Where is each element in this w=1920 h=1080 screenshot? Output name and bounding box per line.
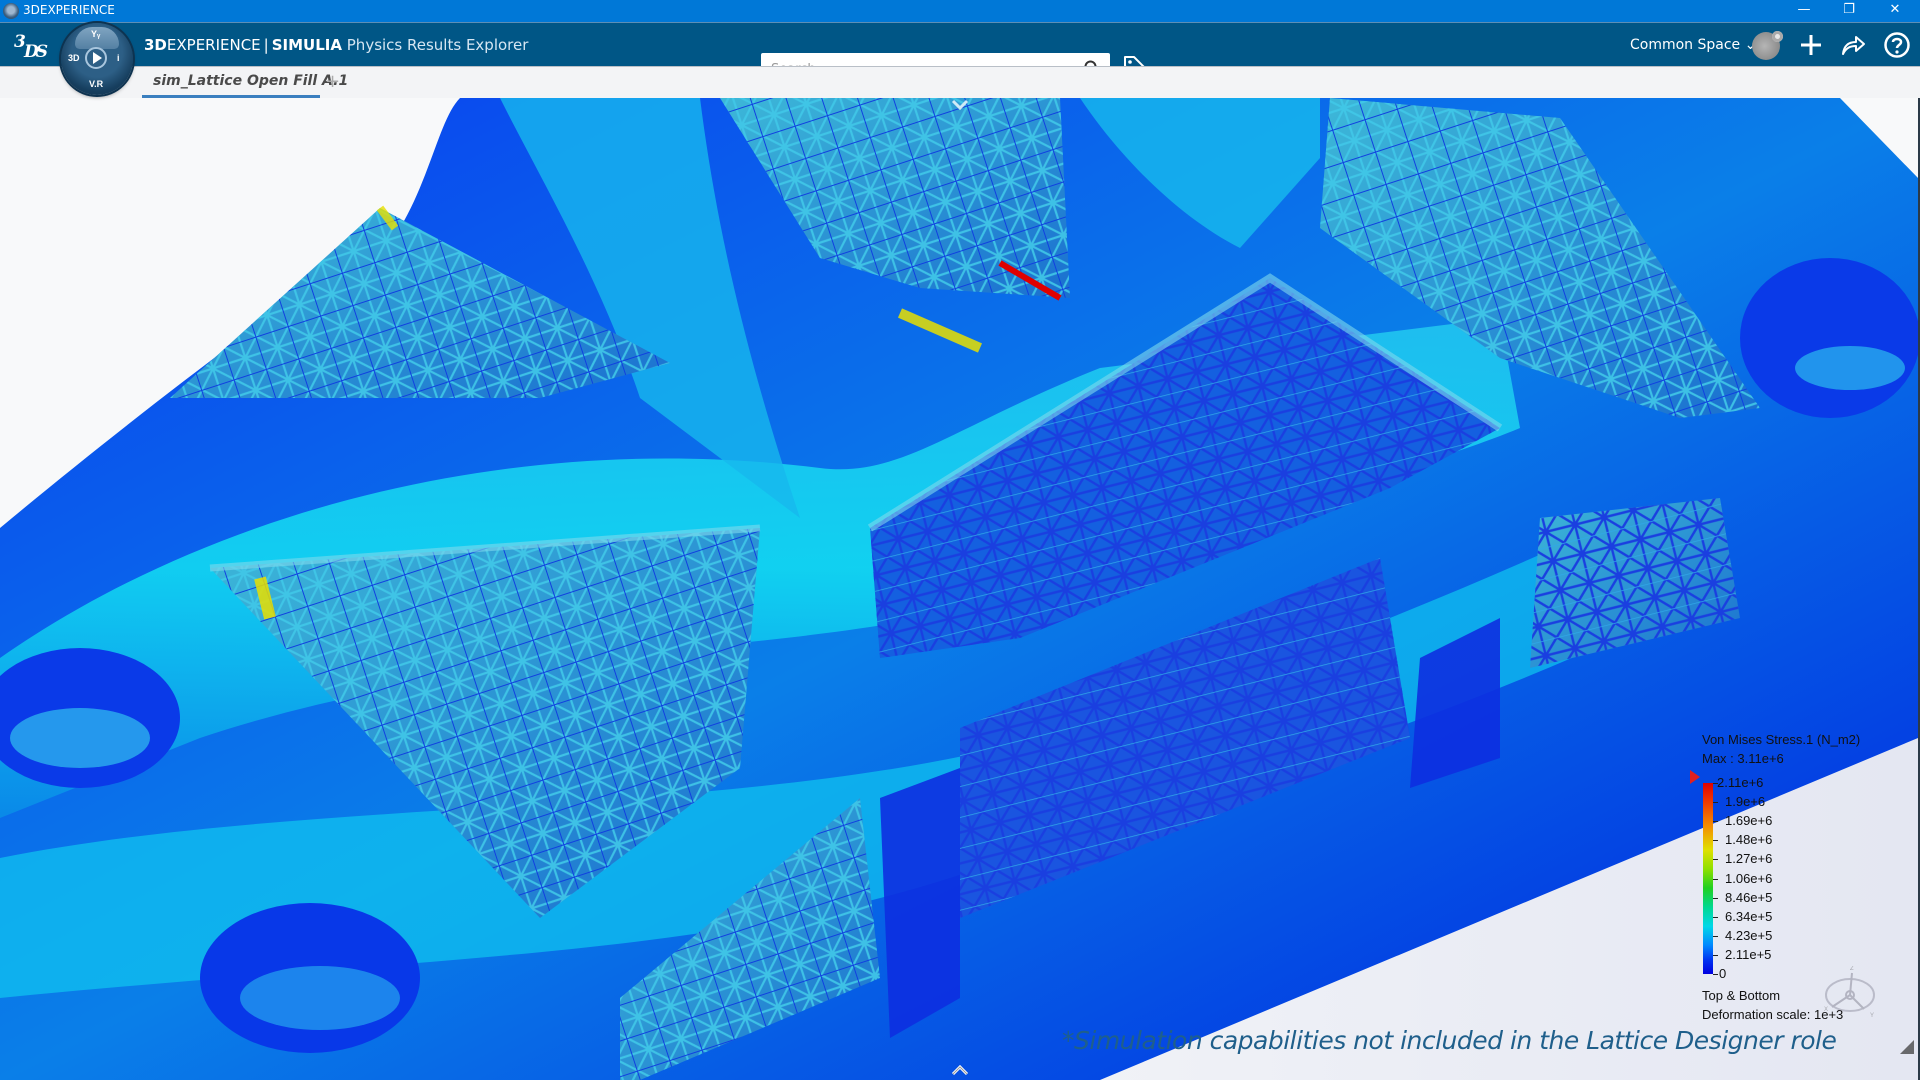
- legend-tick: [1713, 897, 1718, 899]
- resize-corner[interactable]: [1900, 1040, 1914, 1054]
- legend-title: Von Mises Stress.1 (N_m2): [1702, 732, 1861, 747]
- triad-y-label: Y: [1870, 1013, 1874, 1019]
- brand-experience: EXPERIENCE: [166, 36, 261, 54]
- legend-tick-label: 2.11e+5: [1725, 946, 1772, 962]
- compass-widget[interactable]: Yᵧ 3D i V.R: [61, 23, 133, 95]
- legend-tick-label: 1.9e+6: [1725, 794, 1766, 810]
- tab-sim-lattice[interactable]: sim_Lattice Open Fill A.1: [142, 67, 348, 98]
- legend-tick: [1713, 802, 1718, 804]
- ds-logo[interactable]: 3 DS: [14, 31, 51, 68]
- brand-3d: 3D: [144, 36, 167, 54]
- legend-tick-label: 4.23e+5: [1725, 927, 1773, 943]
- add-icon[interactable]: [1796, 30, 1826, 60]
- legend-tick: [1713, 859, 1718, 861]
- legend-tick-label: 1.69e+6: [1725, 813, 1773, 829]
- disclaimer-note: *Simulation capabilities not included in…: [1062, 1026, 1837, 1055]
- avatar-status-dot: [1772, 31, 1783, 42]
- app-brand: 3DEXPERIENCE | SIMULIA Physics Results Exp…: [144, 36, 528, 54]
- legend-tick-label: 1.48e+6: [1725, 832, 1773, 848]
- app-icon: [3, 3, 19, 19]
- rib: [880, 768, 960, 1038]
- legend-tick-label: 8.46e+5: [1725, 889, 1773, 905]
- tab-bar: sim_Lattice Open Fill A.1 +: [0, 66, 1920, 161]
- axis-triad[interactable]: Z X Y: [1820, 963, 1880, 1023]
- window-titlebar: 3DEXPERIENCE — ❐ ✕: [0, 0, 1920, 22]
- legend-tick: [1713, 916, 1718, 918]
- legend-display-mode: Top & Bottom: [1702, 988, 1781, 1003]
- top-bar: 3 DS 3DEXPERIENCE | SIMULIA Physics Result…: [0, 22, 1920, 86]
- stress-model[interactable]: [0, 98, 1918, 1080]
- help-icon[interactable]: [1882, 30, 1912, 60]
- legend-tick-label: 6.34e+5: [1725, 908, 1773, 924]
- legend-tick-label: 1.27e+6: [1725, 851, 1773, 867]
- compass-vr-label[interactable]: V.R: [89, 79, 103, 89]
- legend-tick-label: 0: [1719, 966, 1727, 981]
- restore-button[interactable]: ❐: [1826, 0, 1872, 22]
- minimize-button[interactable]: —: [1781, 0, 1827, 22]
- chevron-up-icon[interactable]: [951, 1064, 969, 1076]
- legend-tick: [1713, 821, 1718, 823]
- legend-max-marker[interactable]: [1690, 770, 1700, 784]
- svg-text:DS: DS: [23, 42, 48, 61]
- legend-tick-label: 1.06e+6: [1725, 870, 1773, 886]
- legend-tick: [1713, 840, 1718, 842]
- legend-tick-label: 2.11e+6: [1717, 775, 1764, 790]
- compass-3d-label[interactable]: 3D: [68, 53, 80, 63]
- legend-tick: [1713, 935, 1718, 937]
- legend-colorbar: [1703, 783, 1713, 974]
- legend-tick: [1713, 878, 1718, 880]
- space-label: Common Space: [1630, 37, 1741, 53]
- space-selector[interactable]: Common Space ⌄: [1630, 37, 1756, 53]
- bolt-hole-right: [1740, 258, 1918, 418]
- play-icon[interactable]: [85, 47, 107, 69]
- chevron-down-icon[interactable]: [951, 99, 969, 111]
- compass-info-label[interactable]: i: [117, 53, 120, 63]
- legend-tick: [1713, 974, 1718, 975]
- close-button[interactable]: ✕: [1872, 0, 1918, 22]
- ds-logo-icon: 3 DS: [14, 32, 51, 62]
- tab-label: sim_Lattice Open Fill A.1: [153, 73, 349, 89]
- compass-social-label: Yᵧ: [91, 29, 101, 39]
- legend-max: Max : 3.11e+6: [1702, 751, 1784, 766]
- app-name: Physics Results Explorer: [346, 36, 529, 54]
- triad-z-label: Z: [1850, 966, 1854, 972]
- window-title: 3DEXPERIENCE: [23, 3, 115, 17]
- share-icon[interactable]: [1838, 30, 1868, 60]
- legend-tick: [1713, 954, 1718, 956]
- add-tab-button[interactable]: +: [325, 71, 340, 92]
- brand-product: SIMULIA: [271, 36, 342, 54]
- 3d-viewport[interactable]: [0, 98, 1918, 1080]
- brand-separator: |: [263, 36, 269, 54]
- triad-x-label: X: [1824, 1007, 1828, 1013]
